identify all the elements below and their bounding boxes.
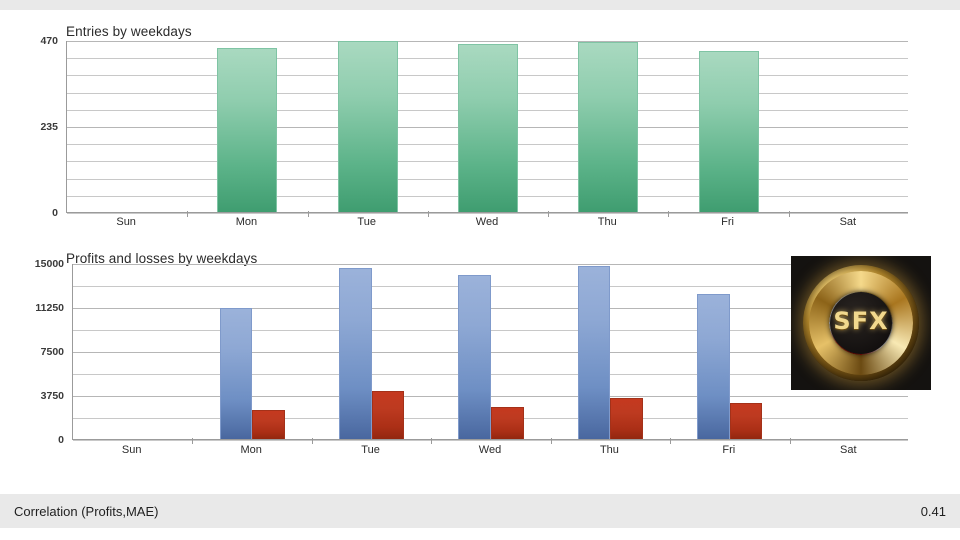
x-tick-label: Sun <box>116 216 136 228</box>
y-tick-label: 3750 <box>40 390 64 402</box>
bar-thu-losses <box>610 397 643 439</box>
correlation-status-bar: Correlation (Profits,MAE) 0.41 <box>0 494 960 528</box>
bar-mon-losses <box>252 410 285 439</box>
bar-tue-entries <box>337 41 398 212</box>
x-tick-label: Wed <box>478 444 502 456</box>
report-screen: Entries by weekdays 0 235 470 Sun Mon Tue Wed… <box>0 0 960 540</box>
correlation-label: Correlation (Profits,MAE) <box>14 503 159 519</box>
x-tick-label: Tue <box>357 216 376 228</box>
panel-gap <box>0 480 960 494</box>
chart-title-entries: Entries by weekdays <box>66 24 192 39</box>
chart-entries-by-weekdays: Entries by weekdays 0 235 470 Sun Mon Tue Wed… <box>0 10 960 238</box>
top-chrome-strip <box>0 0 960 10</box>
y-tick-label: 11250 <box>35 302 64 314</box>
bar-thu-profits <box>577 265 611 439</box>
bar-mon-entries <box>217 48 278 212</box>
x-tick-label: Thu <box>599 444 619 456</box>
bar-thu-entries <box>578 42 639 212</box>
x-tick-label: Fri <box>722 444 736 456</box>
bar-fri-entries <box>698 50 759 212</box>
bar-wed-profits <box>458 275 491 439</box>
y-tick-label: 235 <box>40 121 58 133</box>
x-axis-labels-profits: Sun Mon Tue Wed Thu Fri Sat <box>0 444 960 464</box>
x-tick-label: Sat <box>840 444 857 456</box>
y-tick-label: 15000 <box>34 258 64 270</box>
bar-wed-losses <box>491 407 524 439</box>
bottom-chrome-strip <box>0 528 960 540</box>
bar-wed-entries <box>457 43 519 212</box>
x-tick-label: Mon <box>240 444 262 456</box>
x-tick-label: Tue <box>361 444 380 456</box>
x-tick-label: Wed <box>475 216 499 228</box>
y-axis-labels-entries: 0 235 470 <box>0 10 58 238</box>
bar-fri-losses <box>729 403 763 439</box>
bar-fri-profits <box>697 294 730 439</box>
bar-tue-profits <box>339 268 372 439</box>
sfx-logo: SFX <box>791 256 931 390</box>
x-tick-label: Mon <box>235 216 258 228</box>
x-tick-label: Sat <box>839 216 857 228</box>
x-tick-label: Sun <box>121 444 142 456</box>
gridline-major <box>67 41 908 42</box>
logo-coin-icon: SFX <box>803 265 919 381</box>
x-tick-label: Fri <box>721 216 734 228</box>
plot-area-entries <box>66 41 908 217</box>
y-tick-label: 470 <box>40 35 58 47</box>
y-tick-label: 7500 <box>40 346 64 358</box>
gridline <box>73 440 908 441</box>
plot-area-profits <box>72 264 908 444</box>
x-tick-label: Thu <box>597 216 617 228</box>
correlation-value: 0.41 <box>920 503 946 519</box>
gridline-major <box>73 264 908 265</box>
logo-text: SFX <box>833 306 889 335</box>
bar-tue-losses <box>371 391 405 439</box>
bar-mon-profits <box>219 308 253 439</box>
x-axis-labels-entries: Sun Mon Tue Wed Thu Fri Sat <box>0 216 960 236</box>
gridline <box>67 213 908 214</box>
